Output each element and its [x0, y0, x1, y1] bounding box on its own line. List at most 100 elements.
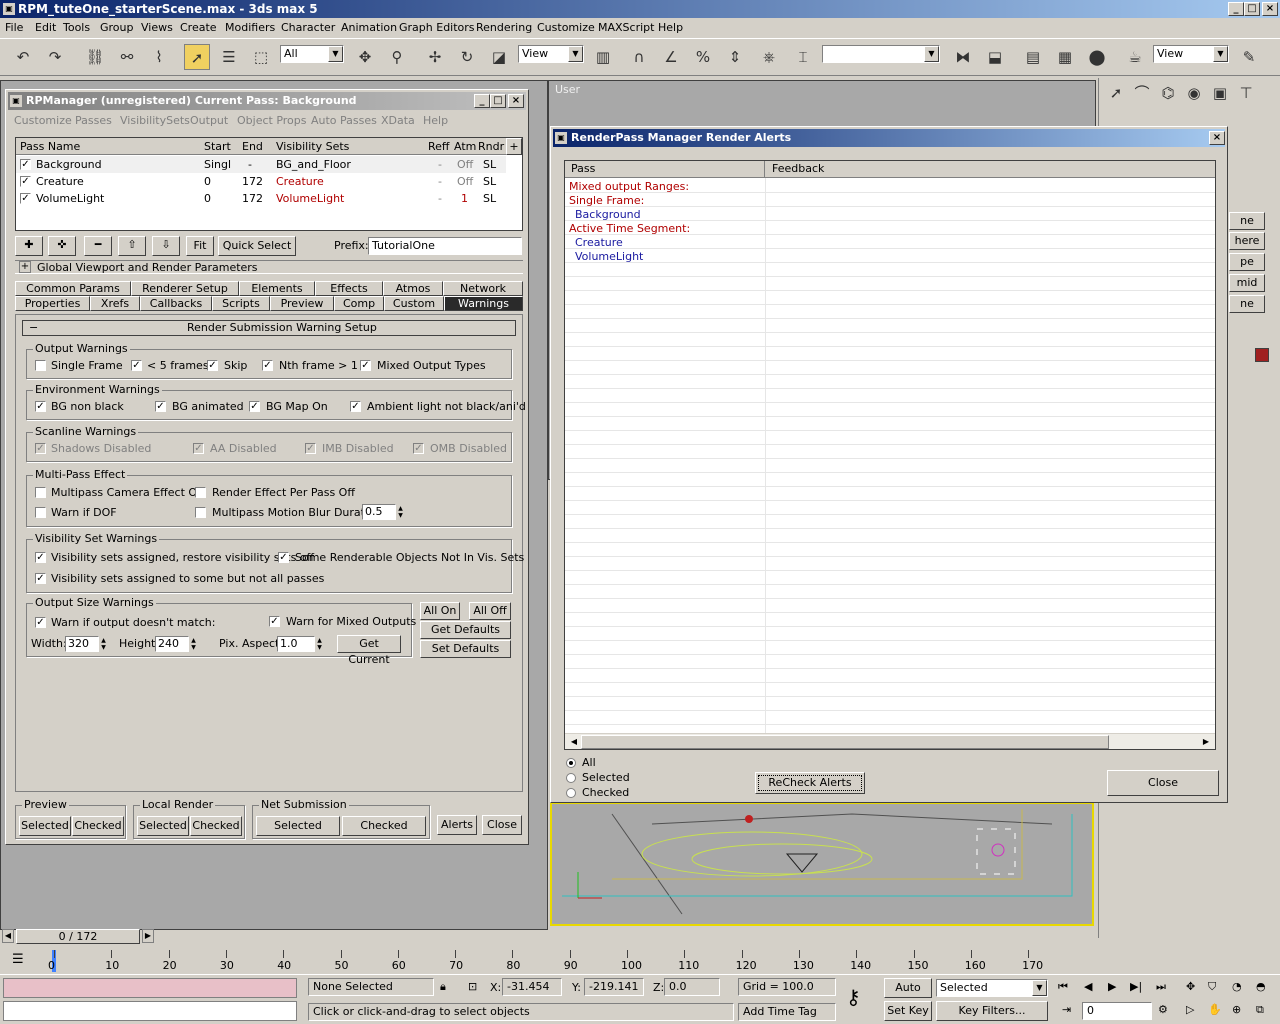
tab-renderer-setup[interactable]: Renderer Setup [131, 281, 239, 296]
scroll-right-icon[interactable]: ▶ [1199, 735, 1213, 749]
preview-checked-button[interactable]: Checked [72, 816, 124, 836]
fit-button[interactable]: Fit [186, 236, 214, 256]
zoom-all-icon[interactable]: ⛉ [1208, 980, 1216, 994]
tab-network[interactable]: Network [443, 281, 523, 296]
snap-3d-icon[interactable]: ∩ [626, 44, 652, 70]
menu-animation[interactable]: Animation [341, 21, 397, 34]
rpm-menu-help[interactable]: Help [423, 114, 448, 127]
global-params-rollout[interactable]: + Global Viewport and Render Parameters [15, 260, 523, 274]
key-filters-button[interactable]: Key Filters... [936, 1001, 1048, 1021]
y-coord[interactable]: -219.141 [584, 978, 644, 996]
min-max-toggle-icon[interactable]: ⧉ [1256, 1003, 1264, 1017]
move-down-button[interactable]: ⇩ [152, 236, 180, 256]
get-current-button[interactable]: Get Current [337, 635, 401, 666]
key-mode-dropdown[interactable]: Selected ▼ [936, 979, 1048, 997]
track-view-icon[interactable]: ▤ [1020, 44, 1046, 70]
motion-tab-icon[interactable]: ◉ [1181, 80, 1207, 106]
menu-modifiers[interactable]: Modifiers [225, 21, 275, 34]
pass-checkbox[interactable]: ✓ [20, 159, 31, 170]
radio-selected[interactable] [566, 773, 576, 783]
time-slider-thumb[interactable]: 0 / 172 [16, 929, 140, 944]
all-on-button[interactable]: All On [420, 602, 460, 620]
rollout-header[interactable]: − Render Submission Warning Setup [22, 320, 516, 336]
scale-icon[interactable]: ◪ [486, 44, 512, 70]
rpm-minimize-button[interactable]: _ [474, 94, 490, 108]
col-feedback[interactable]: Feedback [766, 161, 1215, 178]
menu-customize[interactable]: Customize [537, 21, 595, 34]
utilities-tab-icon[interactable]: ⊤ [1233, 80, 1259, 106]
table-row[interactable]: ✓ Background Singl - BG_and_Floor - Off … [16, 156, 506, 173]
width-spinner[interactable]: 320 ▲ ▼ [65, 636, 106, 652]
maximize-button[interactable]: □ [1244, 2, 1260, 16]
angle-snap-icon[interactable]: ∠ [658, 44, 684, 70]
table-row[interactable]: ✓ Creature 0 172 Creature - Off SL [16, 173, 506, 190]
pass-checkbox[interactable]: ✓ [20, 176, 31, 187]
alerts-close-button[interactable]: Close [1107, 770, 1219, 796]
menu-maxscript[interactable]: MAXScript [598, 21, 654, 34]
percent-snap-icon[interactable]: % [690, 44, 716, 70]
col-rndr[interactable]: Rndr [478, 140, 504, 153]
prefix-input[interactable]: TutorialOne [368, 237, 522, 255]
absolute-mode-icon[interactable]: ⊡ [468, 980, 477, 993]
rpm-menu-xdata[interactable]: XData [381, 114, 415, 127]
warn-mixed-checkbox[interactable]: ✓ [269, 616, 280, 627]
alerts-button[interactable]: Alerts [437, 815, 477, 835]
zoom-icon[interactable]: ✥ [1186, 980, 1195, 993]
arc-rotate-icon[interactable]: ⊕ [1232, 1003, 1241, 1016]
create-tab-icon[interactable]: ➚ [1103, 80, 1129, 106]
tab-scripts[interactable]: Scripts [212, 296, 270, 311]
pivot-icon[interactable]: ⚲ [384, 44, 410, 70]
rotate-icon[interactable]: ↻ [454, 44, 480, 70]
menu-tools[interactable]: Tools [63, 21, 90, 34]
track-bar-menu-icon[interactable]: ☰ [12, 952, 30, 968]
expand-icon[interactable]: + [19, 261, 31, 273]
tab-common-params[interactable]: Common Params [15, 281, 131, 296]
tab-comp[interactable]: Comp [334, 296, 384, 311]
net-selected-button[interactable]: Selected [256, 816, 340, 836]
minimize-button[interactable]: _ [1228, 2, 1244, 16]
visset-restore-checkbox[interactable]: ✓ [35, 552, 46, 563]
pix-aspect-spinner[interactable]: 1.0 ▲ ▼ [277, 636, 322, 652]
recheck-alerts-button[interactable]: ReCheck Alerts [755, 772, 865, 794]
aa-disabled-checkbox[interactable]: ✓ [193, 443, 204, 454]
height-spinner[interactable]: 240 ▲ ▼ [155, 636, 196, 652]
horizontal-scrollbar[interactable]: ◀ ▶ [565, 733, 1215, 749]
auto-key-button[interactable]: Auto Key [884, 978, 932, 1012]
bg-animated-checkbox[interactable]: ✓ [155, 401, 166, 412]
rpm-menu-visibilitysets[interactable]: VisibilitySets [120, 114, 190, 127]
rpm-close-button[interactable]: × [508, 94, 524, 108]
pivot-center-icon[interactable]: ▥ [590, 44, 616, 70]
cmd-frag-3[interactable]: pe [1229, 253, 1265, 271]
menu-create[interactable]: Create [180, 21, 217, 34]
tab-warnings[interactable]: Warnings [444, 296, 523, 311]
select-object-icon[interactable]: ➚ [184, 44, 210, 70]
current-frame-field[interactable]: 0 [1082, 1002, 1152, 1020]
key-icon[interactable]: ⚷ [846, 985, 861, 1009]
maxscript-input[interactable] [3, 1001, 297, 1021]
alerts-close-x-button[interactable]: × [1209, 131, 1225, 145]
menu-character[interactable]: Character [281, 21, 335, 34]
rpm-menu-customize[interactable]: Customize [14, 114, 72, 127]
menu-rendering[interactable]: Rendering [476, 21, 532, 34]
menu-help[interactable]: Help [658, 21, 683, 34]
select-move-icon[interactable]: ✥ [352, 44, 378, 70]
warn-dof-checkbox[interactable] [35, 507, 46, 518]
close-button[interactable]: × [1262, 2, 1278, 16]
visset-renderable-checkbox[interactable]: ✓ [278, 552, 289, 563]
time-prev-icon[interactable]: ◀ [2, 929, 14, 943]
redo-icon[interactable]: ↷ [42, 44, 68, 70]
tab-callbacks[interactable]: Callbacks [140, 296, 212, 311]
tab-xrefs[interactable]: Xrefs [90, 296, 140, 311]
list-item[interactable]: Mixed output Ranges: [569, 180, 689, 193]
col-reff[interactable]: Reff [428, 140, 450, 153]
radio-checked[interactable] [566, 788, 576, 798]
rpm-menu-output[interactable]: Output [190, 114, 228, 127]
zoom-extents-icon[interactable]: ◔ [1232, 980, 1242, 993]
alerts-list[interactable]: Pass Feedback Mixed output Ranges: Singl… [564, 160, 1216, 750]
x-coord[interactable]: -31.454 [502, 978, 562, 996]
col-start[interactable]: Start [204, 140, 231, 153]
list-item[interactable]: Creature [575, 236, 623, 249]
bind-space-warp-icon[interactable]: ⌇ [146, 44, 172, 70]
next-frame-icon[interactable]: ▶| [1130, 980, 1142, 993]
rpm-menu-passes[interactable]: Passes [75, 114, 112, 127]
